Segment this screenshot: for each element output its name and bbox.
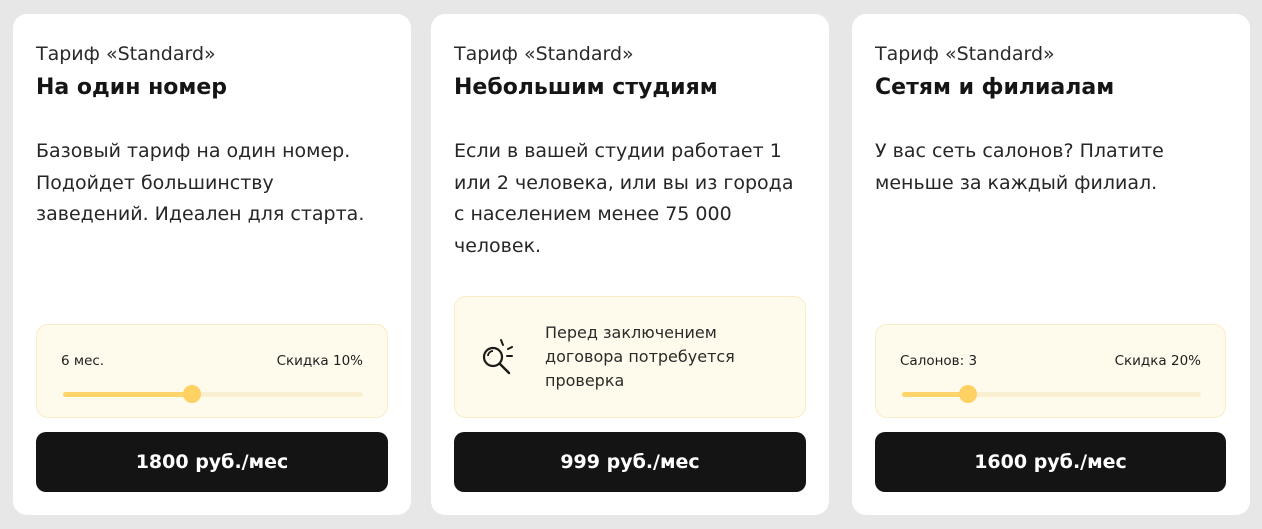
tariff-description: У вас сеть салонов? Платите меньше за ка… <box>875 140 1164 194</box>
salons-slider-panel: Салонов: 3 Скидка 20% <box>875 324 1226 418</box>
tariff-title: Сетям и филиалам <box>875 75 1115 100</box>
slider-handle[interactable] <box>958 385 977 403</box>
discount-label: Скидка 10% <box>276 353 363 369</box>
salons-slider[interactable] <box>902 385 1201 403</box>
magnifier-icon <box>482 339 513 375</box>
verification-notice-text: Перед заключением договора потребуется п… <box>545 323 735 390</box>
tariff-card-small-studios: Тариф «Standard» Небольшим студиям Если … <box>431 14 829 515</box>
slider-value-label: Салонов: 3 <box>900 353 978 369</box>
verification-notice: Перед заключением договора потребуется п… <box>454 296 806 418</box>
tariff-title: На один номер <box>36 75 228 100</box>
tariff-description: Если в вашей студии работает 1 или 2 чел… <box>454 140 794 257</box>
tariff-title: Небольшим студиям <box>454 75 718 100</box>
slider-fill <box>902 392 968 397</box>
tariff-kicker: Тариф «Standard» <box>454 43 634 65</box>
tariff-kicker: Тариф «Standard» <box>36 43 216 65</box>
tariff-description: Базовый тариф на один номер. Подойдет бо… <box>36 140 365 225</box>
slider-handle[interactable] <box>183 385 201 403</box>
discount-label: Скидка 20% <box>1114 353 1201 369</box>
tariff-card-single-number: Тариф «Standard» На один номер Базовый т… <box>13 14 411 515</box>
tariff-card-networks: Тариф «Standard» Сетям и филиалам У вас … <box>852 14 1250 515</box>
slider-value-label: 6 мес. <box>61 353 105 369</box>
price-button[interactable]: 1800 руб./мес <box>36 432 388 492</box>
slider-fill <box>63 392 192 397</box>
price-button[interactable]: 1600 руб./мес <box>875 432 1226 492</box>
price-button[interactable]: 999 руб./мес <box>454 432 806 492</box>
tariff-kicker: Тариф «Standard» <box>875 43 1055 65</box>
period-slider[interactable] <box>63 385 363 403</box>
period-slider-panel: 6 мес. Скидка 10% <box>36 324 388 418</box>
